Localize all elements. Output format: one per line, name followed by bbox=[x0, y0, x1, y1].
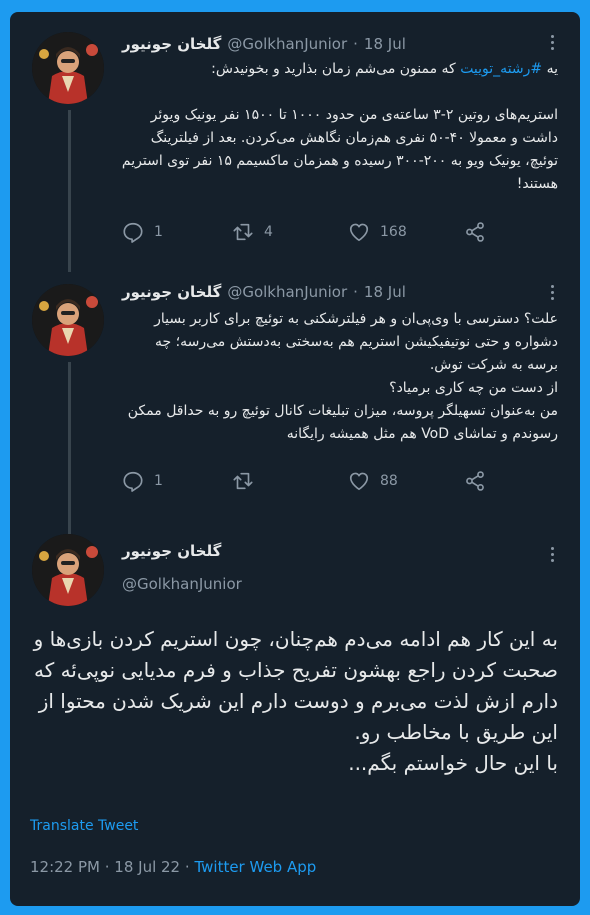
more-options-icon[interactable] bbox=[542, 32, 562, 52]
tweet-date[interactable]: 18 Jul bbox=[364, 283, 406, 301]
retweet-button[interactable] bbox=[232, 467, 264, 495]
tweet-actions: 1 88 bbox=[122, 467, 502, 495]
heart-icon bbox=[349, 472, 369, 491]
reply-icon bbox=[123, 222, 143, 243]
reply-button[interactable]: 1 bbox=[122, 467, 163, 495]
separator-dot: · bbox=[353, 283, 358, 301]
reply-count: 1 bbox=[154, 473, 163, 489]
share-icon bbox=[466, 471, 484, 491]
like-button[interactable]: 88 bbox=[348, 467, 398, 495]
display-name[interactable]: گلخان جونیور bbox=[122, 35, 221, 53]
retweet-button[interactable]: 4 bbox=[232, 218, 273, 246]
source-app-link[interactable]: Twitter Web App bbox=[194, 858, 316, 876]
like-count: 168 bbox=[380, 224, 407, 240]
tweet-timestamp[interactable]: 12:22 PM · 18 Jul 22 bbox=[30, 858, 180, 876]
more-options-icon[interactable] bbox=[542, 282, 562, 302]
heart-icon bbox=[349, 223, 369, 242]
retweet-icon bbox=[233, 223, 253, 241]
tweet-thread-frame: گلخان جونیور @GolkhanJunior · 18 Jul یه … bbox=[10, 12, 580, 906]
avatar-image bbox=[32, 534, 104, 606]
share-icon bbox=[466, 222, 484, 242]
reply-icon bbox=[123, 471, 143, 492]
share-button[interactable] bbox=[464, 218, 486, 246]
tweet-header: گلخان جونیور @GolkhanJunior · 18 Jul bbox=[122, 280, 406, 304]
like-count: 88 bbox=[380, 473, 398, 489]
avatar-image bbox=[32, 32, 104, 104]
more-options-icon[interactable] bbox=[542, 544, 562, 564]
tweet-text: علت؟ دسترسی با وی‌پی‌ان و هر فیلترشکنی ب… bbox=[127, 311, 558, 442]
separator-dot: · bbox=[184, 858, 190, 876]
hashtag-link[interactable]: #رشته_توییت bbox=[460, 61, 542, 77]
username[interactable]: @GolkhanJunior bbox=[227, 283, 347, 301]
username[interactable]: @GolkhanJunior bbox=[122, 575, 242, 593]
share-button[interactable] bbox=[464, 467, 486, 495]
tweet-actions: 1 4 168 bbox=[122, 218, 502, 246]
thread-line bbox=[68, 362, 71, 536]
retweet-count: 4 bbox=[264, 224, 273, 240]
separator-dot: · bbox=[353, 35, 358, 53]
tweet-metadata: 12:22 PM · 18 Jul 22 · Twitter Web App bbox=[30, 858, 316, 876]
display-name[interactable]: گلخان جونیور bbox=[122, 542, 221, 560]
tweet-text: یه #رشته_توییت که ممنون می‌شم زمان بذاری… bbox=[120, 58, 558, 196]
tweet-date[interactable]: 18 Jul bbox=[364, 35, 406, 53]
avatar-image bbox=[32, 284, 104, 356]
display-name[interactable]: گلخان جونیور bbox=[122, 283, 221, 301]
avatar[interactable] bbox=[32, 534, 104, 606]
tweet-text-rest: که ممنون می‌شم زمان بذارید و بخونیدش: اس… bbox=[121, 61, 558, 192]
avatar[interactable] bbox=[32, 32, 104, 104]
username[interactable]: @GolkhanJunior bbox=[227, 35, 347, 53]
translate-tweet-link[interactable]: Translate Tweet bbox=[30, 818, 138, 834]
like-button[interactable]: 168 bbox=[348, 218, 407, 246]
tweet-header: گلخان جونیور @GolkhanJunior · 18 Jul bbox=[122, 32, 406, 56]
reply-count: 1 bbox=[154, 224, 163, 240]
retweet-icon bbox=[233, 472, 253, 490]
avatar[interactable] bbox=[32, 284, 104, 356]
reply-button[interactable]: 1 bbox=[122, 218, 163, 246]
thread-line bbox=[68, 110, 71, 272]
tweet-text: به این کار هم ادامه می‌دم هم‌چنان، چون ا… bbox=[33, 627, 558, 775]
tweet-text-prefix: یه bbox=[542, 61, 558, 77]
